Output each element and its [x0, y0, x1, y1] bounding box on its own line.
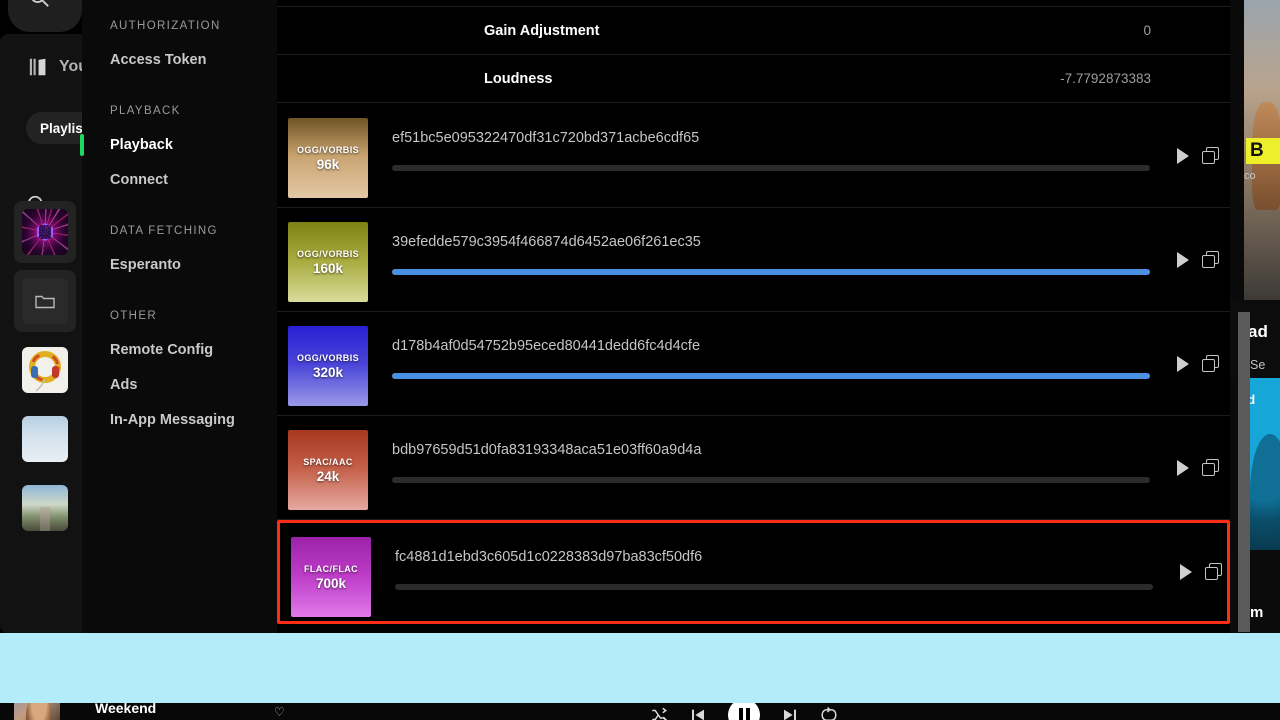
- repeat-icon[interactable]: [820, 706, 838, 720]
- player-controls: [650, 703, 838, 720]
- track-bitrate: 24k: [316, 468, 340, 484]
- nav-item-connect[interactable]: Connect: [110, 172, 168, 188]
- nav-item-ads[interactable]: Ads: [110, 377, 137, 393]
- property-row: Loudness -7.7792873383: [277, 55, 1230, 103]
- track-progress-bar[interactable]: [392, 373, 1150, 379]
- library-icon: [29, 58, 46, 76]
- track-row[interactable]: OGG/VORBIS 96k ef51bc5e095322470df31c720bd…: [277, 104, 1230, 208]
- track-artwork: SPAC/AAC 24k: [288, 430, 368, 510]
- track-bitrate: 700k: [315, 575, 347, 591]
- copy-icon[interactable]: [1202, 354, 1220, 373]
- background-right-content: B co ad Se ed m: [1230, 0, 1280, 633]
- background-bottom-text: m: [1250, 604, 1264, 621]
- track-progress-bar[interactable]: [395, 584, 1153, 590]
- track-hash: d178b4af0d54752b95eced80441dedd6fc4d4cfe: [392, 338, 701, 354]
- nav-group-label: DATA FETCHING: [110, 225, 218, 237]
- track-artwork: OGG/VORBIS 96k: [288, 118, 368, 198]
- library-item-artwork-4[interactable]: [22, 485, 68, 531]
- property-name: Loudness: [484, 70, 553, 87]
- nav-group-label: OTHER: [110, 310, 157, 322]
- library-item-artwork-1[interactable]: [22, 209, 68, 255]
- pause-button[interactable]: [728, 703, 760, 720]
- track-codec: FLAC/FLAC: [303, 563, 359, 574]
- track-progress-fill: [392, 269, 1150, 275]
- vertical-scrollbar[interactable]: [1238, 312, 1250, 632]
- nav-item-esperanto[interactable]: Esperanto: [110, 257, 181, 273]
- track-progress-bar[interactable]: [392, 269, 1150, 275]
- search-icon: [31, 0, 49, 7]
- nav-item-access-token[interactable]: Access Token: [110, 52, 206, 68]
- track-artwork: FLAC/FLAC 700k: [291, 537, 371, 617]
- background-sub-text: co: [1244, 170, 1256, 182]
- property-value: -7.7792873383: [1060, 71, 1151, 86]
- copy-icon[interactable]: [1205, 563, 1223, 581]
- headphones-artwork: [29, 351, 61, 392]
- play-icon[interactable]: [1177, 147, 1189, 164]
- previous-track-icon[interactable]: [690, 706, 706, 720]
- nav-item-playback[interactable]: Playback: [110, 137, 173, 153]
- property-value: 0: [1143, 23, 1151, 38]
- hexagon-icon: [37, 223, 53, 241]
- property-name: Gain Adjustment: [484, 22, 600, 39]
- library-item-artwork-2[interactable]: [22, 347, 68, 393]
- track-hash: bdb97659d51d0fa83193348aca51e03ff60a9d4a: [392, 442, 702, 458]
- copy-icon[interactable]: [1202, 146, 1220, 165]
- track-codec: OGG/VORBIS: [296, 352, 359, 363]
- folder-icon: [35, 295, 55, 309]
- track-progress-bar[interactable]: [392, 477, 1150, 483]
- library-item-artwork-3[interactable]: [22, 416, 68, 462]
- track-bitrate: 160k: [312, 260, 344, 276]
- overlay-highlight-band: [0, 633, 1280, 703]
- track-progress-fill: [392, 373, 1150, 379]
- play-icon[interactable]: [1177, 355, 1189, 372]
- copy-icon[interactable]: [1202, 458, 1220, 477]
- nav-group-label: PLAYBACK: [110, 105, 181, 117]
- background-spotify-left-rail: Your Library Playlists: [0, 0, 90, 633]
- nav-item-in-app-messaging[interactable]: In-App Messaging: [110, 412, 235, 428]
- track-progress-bar[interactable]: [392, 165, 1150, 171]
- active-item-accent-bar: [80, 134, 84, 156]
- background-heading: ad: [1248, 322, 1268, 341]
- copy-icon[interactable]: [1202, 250, 1220, 269]
- track-row[interactable]: OGG/VORBIS 160k 39efedde579c3954f466874d64…: [277, 208, 1230, 312]
- background-badge: B: [1246, 138, 1280, 164]
- now-playing-title: Weekend: [95, 703, 157, 716]
- track-bitrate: 320k: [312, 364, 344, 380]
- background-subheading: Se: [1250, 358, 1266, 372]
- track-artwork: OGG/VORBIS 320k: [288, 326, 368, 406]
- track-codec: OGG/VORBIS: [296, 144, 359, 155]
- track-artwork: OGG/VORBIS 160k: [288, 222, 368, 302]
- play-icon[interactable]: [1177, 459, 1189, 476]
- your-library-panel: Your Library Playlists: [0, 34, 90, 633]
- shuffle-icon[interactable]: [650, 706, 668, 720]
- background-badge-label: B: [1250, 140, 1264, 161]
- panel-content: Speed1 Gain Adjustment 0 Loudness -7.7792873…: [277, 0, 1230, 633]
- player-bar: Weekend ♡: [0, 703, 1280, 720]
- track-codec: OGG/VORBIS: [296, 248, 359, 259]
- track-bitrate: 96k: [316, 156, 340, 172]
- track-hash: ef51bc5e095322470df31c720bd371acbe6cdf65: [392, 130, 700, 146]
- track-row[interactable]: OGG/VORBIS 320k d178b4af0d54752b95eced8044…: [277, 312, 1230, 416]
- panel-sidebar-nav: AUTHORIZATION Access Token PLAYBACK Playbac…: [80, 0, 277, 633]
- property-row: Speed1: [277, 0, 1230, 7]
- track-row[interactable]: SPAC/AAC 24k bdb97659d51d0fa83193348aca51e…: [277, 416, 1230, 520]
- play-icon[interactable]: [1180, 564, 1192, 580]
- property-row: Gain Adjustment 0: [277, 7, 1230, 55]
- now-playing-artwork[interactable]: [14, 703, 60, 720]
- track-hash: 39efedde579c3954f466874d6452ae06f261ec35: [392, 234, 701, 250]
- nav-group-label: AUTHORIZATION: [110, 20, 221, 32]
- track-row-highlighted[interactable]: FLAC/FLAC 700k fc4881d1ebd3c605d1c0228383d…: [277, 520, 1230, 624]
- track-codec: SPAC/AAC: [303, 456, 353, 467]
- play-icon[interactable]: [1177, 251, 1189, 268]
- track-hash: fc4881d1ebd3c605d1c0228383d97ba83cf50df6: [395, 549, 703, 565]
- library-item-folder[interactable]: [22, 278, 68, 324]
- library-header[interactable]: Your Library: [28, 56, 90, 78]
- nav-item-remote-config[interactable]: Remote Config: [110, 342, 213, 358]
- next-track-icon[interactable]: [782, 706, 798, 720]
- heart-icon[interactable]: ♡: [274, 705, 285, 719]
- debug-panel: AUTHORIZATION Access Token PLAYBACK Playbac…: [80, 0, 1230, 633]
- app-window: Your Library Playlists: [0, 0, 1280, 720]
